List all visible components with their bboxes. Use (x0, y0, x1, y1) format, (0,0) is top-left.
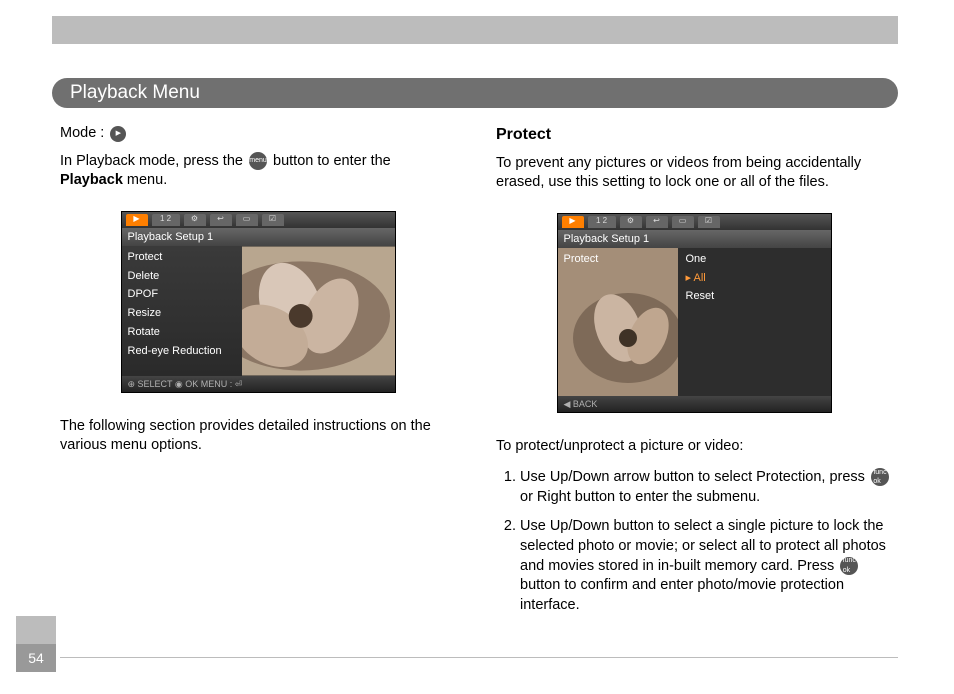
ss2-body: Protect One All Reset (558, 248, 831, 396)
menu-button-icon: menu (249, 152, 267, 170)
steps-intro: To protect/unprotect a picture or video: (496, 437, 892, 457)
ss1-tab-12: 1 2 (152, 214, 180, 226)
ss1-title: Playback Setup 1 (122, 228, 395, 246)
func-ok-button-icon: funcok (871, 468, 889, 486)
step2-b: button to confirm and enter photo/movie … (520, 577, 844, 613)
content-columns: Mode : ▶ In Playback mode, press the men… (60, 124, 892, 625)
ss2-tab-undo-icon: ↩ (646, 216, 668, 228)
mode-row: Mode : ▶ (60, 124, 456, 144)
ss2-tab-play-icon: ▶ (562, 216, 584, 228)
ss2-tab-gear-icon: ⚙ (620, 216, 642, 228)
ss1-tab-undo-icon: ↩ (210, 214, 232, 226)
ss1-item-resize: Resize (122, 304, 242, 323)
bottom-rule (60, 657, 898, 658)
ss2-left-pane: Protect (558, 248, 678, 396)
ss2-title: Playback Setup 1 (558, 230, 831, 248)
intro-bold: Playback (60, 172, 123, 188)
followup-paragraph: The following section provides detailed … (60, 417, 456, 456)
step2-a: Use Up/Down button to select a single pi… (520, 518, 886, 573)
camera-screenshot-playback-menu: ▶ 1 2 ⚙ ↩ ▭ ☑ Playback Setup 1 (121, 211, 396, 393)
ss2-tab-frame-icon: ▭ (672, 216, 694, 228)
camera-screenshot-protect-submenu: ▶ 1 2 ⚙ ↩ ▭ ☑ Playback Setup 1 (557, 213, 832, 413)
playback-mode-icon: ▶ (110, 126, 126, 142)
ss1-tab-frame-icon: ▭ (236, 214, 258, 226)
mode-label: Mode : (60, 124, 104, 144)
intro-post: menu. (123, 172, 167, 188)
ss1-body: Protect Delete DPOF Resize Rotate Red-ey… (122, 246, 395, 376)
ss2-footer: ◀ BACK (558, 396, 831, 412)
ss1-item-rotate: Rotate (122, 323, 242, 342)
step-2: Use Up/Down button to select a single pi… (520, 517, 892, 615)
ss1-item-protect: Protect (122, 248, 242, 267)
ss1-tab-play-icon: ▶ (126, 214, 148, 226)
ss1-tab-gear-icon: ⚙ (184, 214, 206, 226)
right-column: Protect To prevent any pictures or video… (496, 124, 892, 625)
ss2-options: One All Reset (678, 248, 831, 396)
step1-a: Use Up/Down arrow button to select Prote… (520, 469, 869, 485)
ss2-opt-all: All (678, 269, 831, 288)
step-1: Use Up/Down arrow button to select Prote… (520, 468, 892, 507)
ss2-opt-reset: Reset (678, 287, 831, 306)
intro-pre: In Playback mode, press the (60, 153, 247, 169)
ss2-tabbar: ▶ 1 2 ⚙ ↩ ▭ ☑ (558, 214, 831, 230)
step1-b: or Right button to enter the submenu. (520, 489, 760, 505)
ss1-item-redeye: Red-eye Reduction (122, 342, 242, 361)
ss2-tab-12: 1 2 (588, 216, 616, 228)
section-title: Playback Menu (70, 82, 200, 103)
left-column: Mode : ▶ In Playback mode, press the men… (60, 124, 456, 625)
intro-mid: button to enter the (269, 153, 391, 169)
top-grey-bar (52, 16, 898, 44)
ss1-tab-check-icon: ☑ (262, 214, 284, 226)
func-ok-button-icon-2: funcok (840, 557, 858, 575)
ss2-tab-check-icon: ☑ (698, 216, 720, 228)
ss1-tabbar: ▶ 1 2 ⚙ ↩ ▭ ☑ (122, 212, 395, 228)
ss1-item-dpof: DPOF (122, 285, 242, 304)
page-margin-block (16, 616, 56, 644)
page-number-badge: 54 (16, 644, 56, 672)
steps-list: Use Up/Down arrow button to select Prote… (496, 468, 892, 615)
intro-paragraph: In Playback mode, press the menu button … (60, 152, 456, 191)
ss1-footer: ⊕ SELECT ◉ OK MENU : ⏎ (122, 376, 395, 392)
ss2-flower-bg (558, 248, 678, 396)
section-header: Playback Menu (52, 78, 898, 108)
protect-heading: Protect (496, 124, 892, 146)
protect-intro: To prevent any pictures or videos from b… (496, 154, 892, 193)
page-number: 54 (28, 650, 44, 666)
ss1-item-delete: Delete (122, 267, 242, 286)
ss1-menulist: Protect Delete DPOF Resize Rotate Red-ey… (122, 246, 242, 376)
ss2-left-label: Protect (564, 252, 599, 267)
ss2-opt-one: One (678, 250, 831, 269)
